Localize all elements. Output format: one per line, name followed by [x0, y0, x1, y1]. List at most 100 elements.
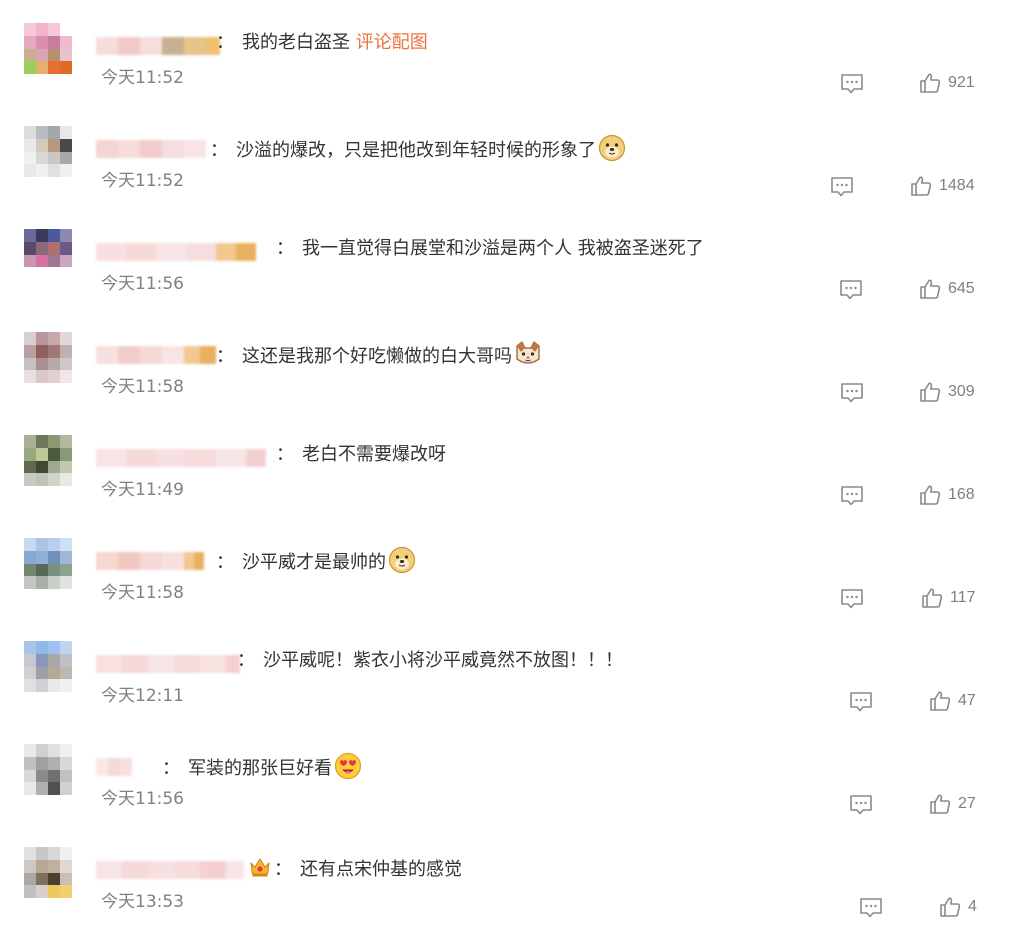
- like-count: 309: [948, 383, 975, 400]
- comment-item: ： 还有点宋仲基的感觉 今天13:53 4: [0, 824, 1023, 927]
- thumbs-up-icon: [938, 895, 962, 919]
- username-blur-block: [174, 655, 200, 673]
- reply-button[interactable]: [848, 791, 874, 817]
- avatar-pixel: [24, 164, 36, 178]
- reply-button[interactable]: [839, 379, 865, 405]
- avatar[interactable]: [24, 229, 84, 293]
- username[interactable]: [96, 243, 256, 261]
- avatar-pixel: [72, 48, 84, 62]
- avatar-pixel: [36, 177, 48, 190]
- username-blur-block: [118, 346, 140, 364]
- username[interactable]: [96, 140, 228, 158]
- avatar[interactable]: [24, 538, 84, 602]
- avatar-pixel: [36, 164, 48, 178]
- avatar-pixel: [60, 859, 72, 873]
- avatar-pixel: [24, 383, 36, 396]
- avatar-pixel: [60, 641, 72, 654]
- avatar-pixel: [60, 48, 72, 62]
- avatar-pixel: [24, 332, 36, 345]
- username-blur-block: [96, 346, 118, 364]
- like-button[interactable]: 645: [918, 276, 975, 302]
- avatar[interactable]: [24, 641, 84, 705]
- avatar-pixel: [72, 795, 84, 808]
- avatar-pixel: [60, 447, 72, 461]
- avatar-pixel: [48, 460, 60, 474]
- username-blur-block: [200, 346, 216, 364]
- avatar-pixel: [60, 538, 72, 551]
- username[interactable]: [96, 37, 220, 55]
- username[interactable]: [96, 346, 216, 364]
- love-emoji-icon: [334, 752, 362, 787]
- separator: ：: [276, 444, 294, 465]
- reply-button[interactable]: [839, 482, 865, 508]
- like-button[interactable]: 168: [918, 482, 975, 508]
- reply-button[interactable]: [848, 688, 874, 714]
- avatar-pixel: [36, 254, 48, 268]
- username-blur-block: [162, 346, 184, 364]
- avatar-pixel: [48, 344, 60, 358]
- like-button[interactable]: 309: [918, 379, 975, 405]
- avatar-pixel: [36, 576, 48, 590]
- avatar-pixel: [72, 344, 84, 358]
- separator: ：: [216, 552, 234, 573]
- avatar-pixel: [72, 138, 84, 152]
- like-button[interactable]: 27: [928, 791, 976, 817]
- avatar-pixel: [24, 538, 36, 551]
- comment-icon: [858, 898, 884, 924]
- avatar-pixel: [48, 641, 60, 654]
- username-blur-block: [96, 37, 118, 55]
- avatar[interactable]: [24, 435, 84, 499]
- reply-button[interactable]: [829, 173, 855, 199]
- reply-button[interactable]: [838, 276, 864, 302]
- avatar-pixel: [24, 357, 36, 371]
- comment-image-link[interactable]: 评论配图: [356, 32, 428, 53]
- avatar-pixel: [60, 254, 72, 268]
- avatar-pixel: [48, 872, 60, 886]
- reply-button[interactable]: [839, 585, 865, 611]
- avatar-pixel: [72, 756, 84, 770]
- avatar-pixel: [72, 241, 84, 255]
- like-count: 921: [948, 74, 975, 91]
- username[interactable]: [96, 655, 240, 673]
- username-blur-block: [186, 449, 216, 467]
- avatar-pixel: [72, 61, 84, 75]
- like-button[interactable]: 1484: [909, 173, 975, 199]
- avatar-pixel: [72, 74, 84, 87]
- username[interactable]: [96, 552, 204, 570]
- avatar[interactable]: [24, 847, 84, 911]
- avatar-pixel: [36, 344, 48, 358]
- comment-time: 今天12:11: [101, 686, 184, 706]
- username-blur-block: [120, 758, 132, 776]
- reply-button[interactable]: [839, 70, 865, 96]
- avatar-pixel: [48, 653, 60, 667]
- thumbs-up-icon: [920, 586, 944, 610]
- avatar[interactable]: [24, 332, 84, 396]
- avatar-pixel: [24, 563, 36, 577]
- like-count: 27: [958, 795, 976, 812]
- username[interactable]: [96, 449, 266, 467]
- like-button[interactable]: 117: [920, 585, 976, 611]
- like-count: 47: [958, 692, 976, 709]
- avatar-pixel: [24, 486, 36, 499]
- comment-content: ： 老白不需要爆改呀: [276, 443, 446, 467]
- avatar-pixel: [36, 589, 48, 602]
- avatar-pixel: [24, 267, 36, 281]
- avatar[interactable]: [24, 126, 84, 190]
- like-button[interactable]: 47: [928, 688, 976, 714]
- username[interactable]: [96, 758, 132, 776]
- username[interactable]: [96, 861, 244, 879]
- like-button[interactable]: 921: [918, 70, 975, 96]
- avatar-pixel: [24, 241, 36, 255]
- avatar[interactable]: [24, 23, 84, 87]
- avatar-pixel: [36, 23, 48, 36]
- like-count: 168: [948, 486, 975, 503]
- avatar-pixel: [72, 885, 84, 899]
- comment-icon: [838, 280, 864, 306]
- like-button[interactable]: 4: [938, 894, 977, 920]
- avatar[interactable]: [24, 744, 84, 808]
- avatar-pixel: [24, 576, 36, 590]
- avatar-pixel: [72, 473, 84, 487]
- reply-button[interactable]: [858, 894, 884, 920]
- username-blur-block: [184, 552, 194, 570]
- avatar-pixel: [24, 138, 36, 152]
